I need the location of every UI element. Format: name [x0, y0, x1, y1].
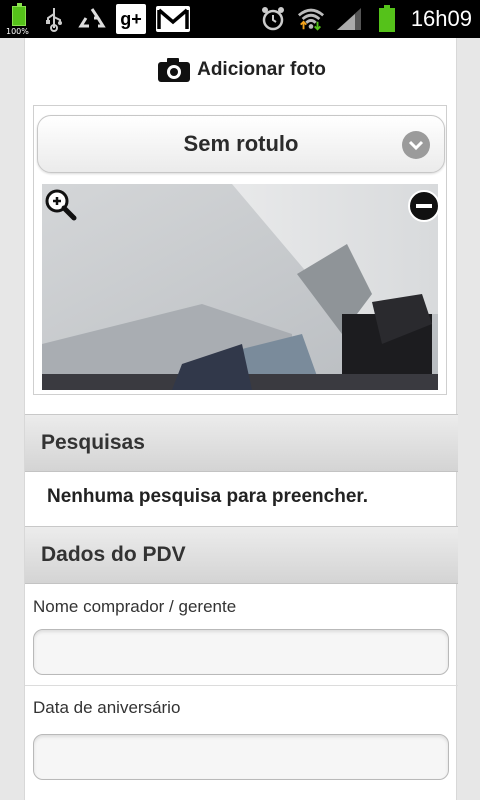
- field-divider: [25, 685, 458, 686]
- zoom-in-icon[interactable]: [44, 188, 78, 222]
- photo-frame: Sem rotulo: [33, 105, 447, 395]
- status-bar: 100% g+ 16h09: [0, 0, 480, 38]
- label-select[interactable]: Sem rotulo: [37, 115, 445, 173]
- battery-notification-icon: 100%: [6, 3, 30, 36]
- label-select-value: Sem rotulo: [183, 131, 299, 156]
- section-header-pesquisas: Pesquisas: [25, 414, 458, 472]
- google-plus-icon: g+: [116, 4, 146, 34]
- recycle-icon: [78, 5, 106, 33]
- add-photo-button[interactable]: Adicionar foto: [25, 38, 458, 102]
- usb-icon: [40, 5, 68, 33]
- birthday-input[interactable]: [33, 734, 449, 780]
- chevron-down-icon: [402, 131, 430, 159]
- signal-icon: [335, 5, 363, 33]
- photo-image: [42, 184, 438, 390]
- form-card: Adicionar foto Sem rotulo Pesquisas Nenh…: [24, 38, 458, 800]
- section-header-dados-pdv: Dados do PDV: [25, 526, 458, 584]
- clock: 16h09: [410, 6, 472, 31]
- photo-thumbnail[interactable]: [42, 184, 438, 390]
- section-title-dados-pdv: Dados do PDV: [41, 543, 186, 566]
- gmail-icon: [156, 6, 190, 32]
- battery-percent: 100%: [6, 27, 29, 36]
- camera-icon: [157, 57, 191, 83]
- remove-photo-icon[interactable]: [408, 190, 438, 222]
- alarm-icon: [259, 5, 287, 33]
- buyer-manager-name-label: Nome comprador / gerente: [33, 597, 237, 616]
- battery-icon: [373, 5, 401, 33]
- add-photo-label: Adicionar foto: [197, 59, 326, 80]
- birthday-label: Data de aniversário: [33, 698, 181, 717]
- empty-surveys-message: Nenhuma pesquisa para preencher.: [47, 486, 369, 507]
- buyer-manager-name-input[interactable]: [33, 629, 449, 675]
- wifi-icon: [297, 5, 325, 33]
- section-title-pesquisas: Pesquisas: [41, 431, 145, 454]
